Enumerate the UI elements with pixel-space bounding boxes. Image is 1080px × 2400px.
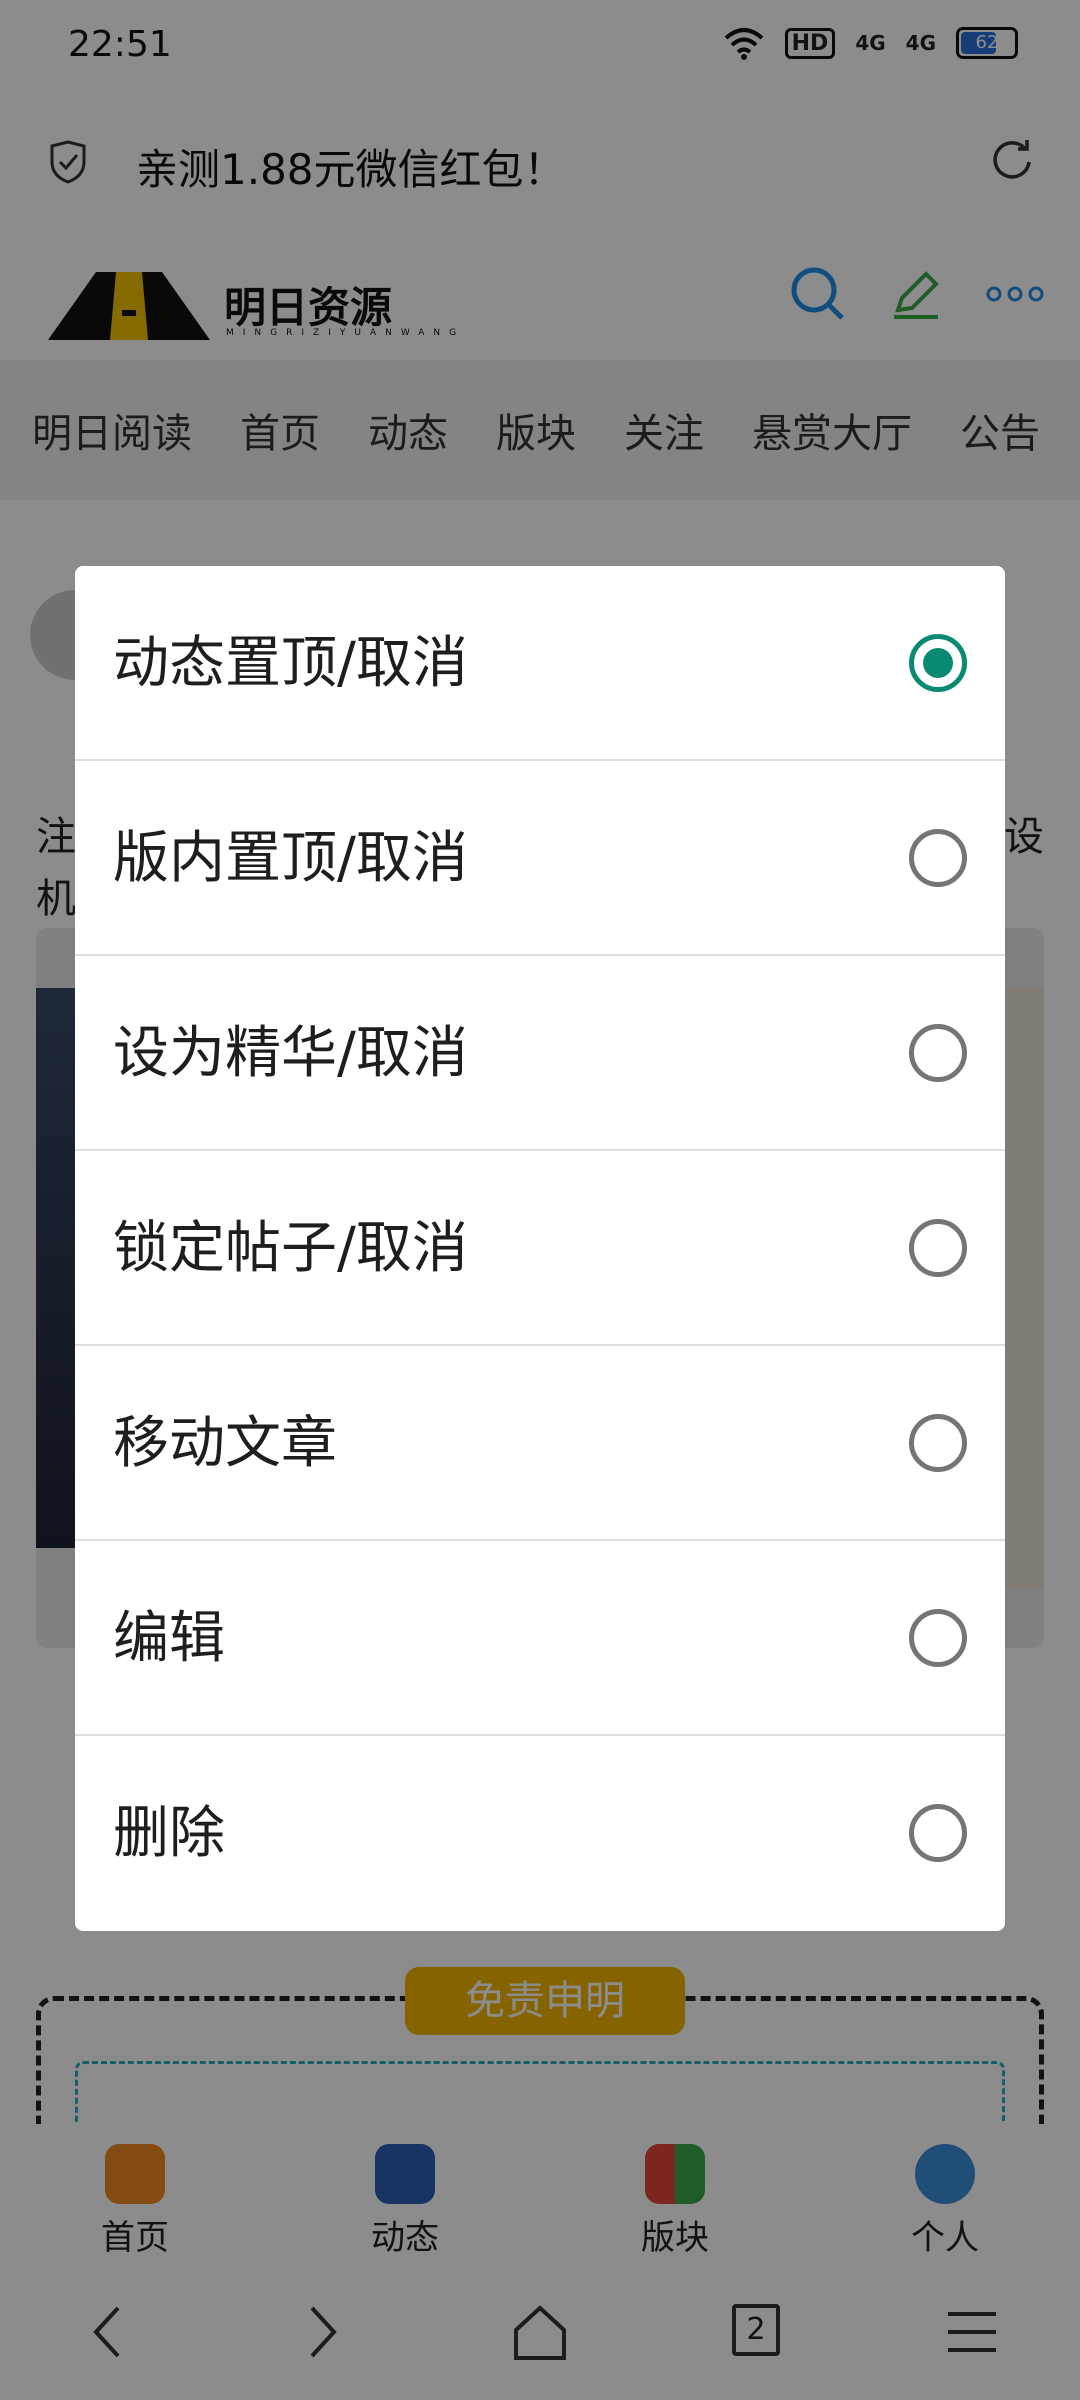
option-label: 编辑 [113,1606,225,1671]
option-pin-feed[interactable]: 动态置顶/取消 [75,566,1005,761]
option-label: 锁定帖子/取消 [113,1216,468,1281]
option-label: 移动文章 [113,1411,337,1476]
radio-button[interactable] [909,1219,967,1277]
radio-button[interactable] [909,829,967,887]
option-edit[interactable]: 编辑 [75,1541,1005,1736]
radio-button[interactable] [909,634,967,692]
option-pin-board[interactable]: 版内置顶/取消 [75,761,1005,956]
option-delete[interactable]: 删除 [75,1736,1005,1931]
option-set-featured[interactable]: 设为精华/取消 [75,956,1005,1151]
option-label: 设为精华/取消 [113,1021,468,1086]
radio-button[interactable] [909,1024,967,1082]
radio-button[interactable] [909,1414,967,1472]
radio-button[interactable] [909,1804,967,1862]
radio-button[interactable] [909,1609,967,1667]
option-move-article[interactable]: 移动文章 [75,1346,1005,1541]
option-label: 动态置顶/取消 [113,631,468,696]
option-lock-post[interactable]: 锁定帖子/取消 [75,1151,1005,1346]
option-label: 版内置顶/取消 [113,826,468,891]
option-label: 删除 [113,1801,225,1866]
moderation-options-dialog: 动态置顶/取消 版内置顶/取消 设为精华/取消 锁定帖子/取消 移动文章 编辑 … [75,566,1005,1931]
